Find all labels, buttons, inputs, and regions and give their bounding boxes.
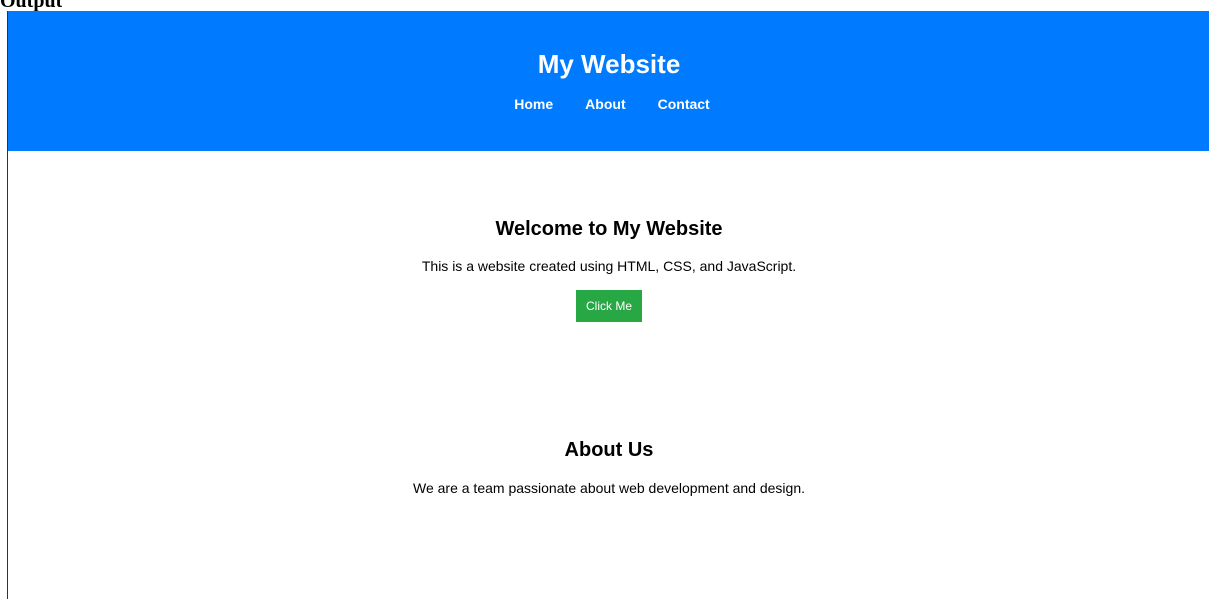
rendered-page: My Website Home About Contact Welcome to…: [7, 11, 1209, 599]
click-me-button[interactable]: Click Me: [575, 290, 642, 322]
nav-link-about[interactable]: About: [585, 95, 625, 113]
welcome-heading: Welcome to My Website: [495, 218, 723, 240]
site-title: My Website: [537, 49, 681, 79]
site-header: My Website Home About Contact: [8, 11, 1209, 151]
nav-link-contact[interactable]: Contact: [658, 95, 710, 113]
about-heading: About Us: [564, 439, 654, 461]
welcome-section: Welcome to My Website This is a website …: [8, 217, 1209, 322]
output-label: Output: [0, 0, 63, 11]
main-nav: Home About Contact: [8, 95, 1209, 113]
nav-link-home[interactable]: Home: [514, 95, 553, 113]
about-text: We are a team passionate about web devel…: [413, 480, 805, 496]
about-section: About Us We are a team passionate about …: [8, 438, 1209, 497]
welcome-text: This is a website created using HTML, CS…: [421, 258, 797, 274]
